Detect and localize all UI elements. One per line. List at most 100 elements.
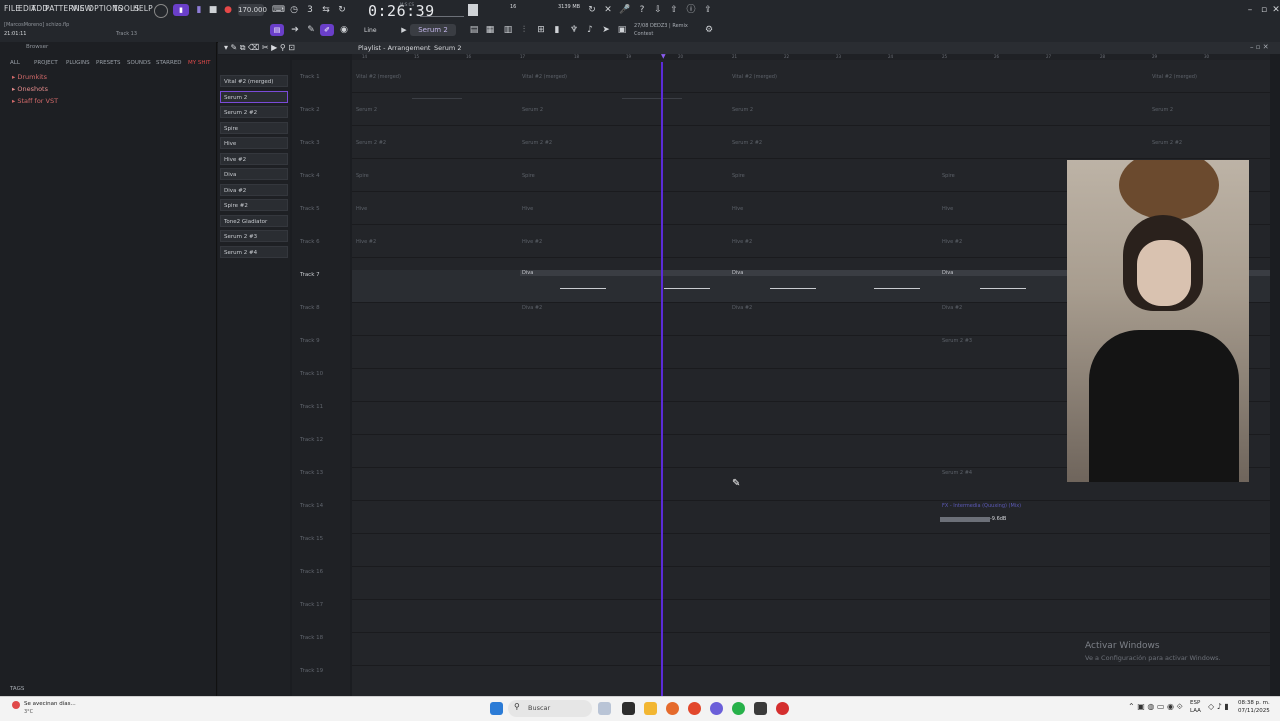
clip-label[interactable]: Vital #2 (merged) xyxy=(356,74,401,80)
tempo-display[interactable]: 170.000 xyxy=(238,4,267,16)
clip-label[interactable]: Hive xyxy=(356,206,367,212)
firefox-icon[interactable] xyxy=(688,702,701,715)
clip-label[interactable]: Hive xyxy=(942,206,953,212)
track-label[interactable]: Track 11 xyxy=(300,404,323,410)
pattern-item[interactable]: Spire xyxy=(220,122,288,134)
channel-rack-icon[interactable]: ▥ xyxy=(502,24,514,36)
playlist-icon[interactable]: ▤ xyxy=(468,24,480,36)
browser-folder-staff-for-vst[interactable]: ▸ Staff for VST xyxy=(12,97,58,105)
help-icon[interactable]: ? xyxy=(636,4,648,16)
pattern-song-toggle[interactable]: ▮ xyxy=(173,4,189,16)
pattern-mode-button[interactable]: ▤ xyxy=(270,24,284,36)
export-icon[interactable]: ⇪ xyxy=(702,4,714,16)
stamp-icon[interactable]: ◉ xyxy=(338,24,350,36)
browser-tab-sounds[interactable]: SOUNDS xyxy=(127,60,151,66)
track-label-active[interactable]: Track 7 xyxy=(300,272,320,278)
pattern-item[interactable]: Serum 2 #2 xyxy=(220,106,288,118)
pattern-item[interactable]: Diva #2 xyxy=(220,184,288,196)
track-label[interactable]: Track 6 xyxy=(300,239,320,245)
mixer-icon[interactable]: ⫶ xyxy=(518,24,530,36)
track-label[interactable]: Track 4 xyxy=(300,173,320,179)
automation-curve[interactable] xyxy=(940,517,990,522)
arrow-tool-icon[interactable]: ➔ xyxy=(289,24,301,36)
stop-icon[interactable]: ■ xyxy=(207,4,219,16)
clip-label[interactable]: Serum 2 #2 xyxy=(356,140,386,146)
track-label[interactable]: Track 5 xyxy=(300,206,320,212)
pattern-item[interactable]: Tone2 Gladiator xyxy=(220,215,288,227)
clip-label[interactable]: Serum 2 #4 xyxy=(942,470,972,476)
clip-label[interactable]: Diva #2 xyxy=(942,305,962,311)
browser-icon[interactable]: ▮ xyxy=(551,24,563,36)
pattern-item[interactable]: Serum 2 #4 xyxy=(220,246,288,258)
clip-label[interactable]: Hive xyxy=(522,206,533,212)
snap-mode-label[interactable]: Line xyxy=(364,27,377,34)
track-lane[interactable] xyxy=(352,567,1270,600)
clock-time[interactable]: 08:38 p. m. xyxy=(1238,700,1270,706)
track-lane[interactable]: FX - Intermedia (Quuxing) (Mix) -9.6dB xyxy=(352,501,1270,534)
clip-label[interactable]: Vital #2 (merged) xyxy=(1152,74,1197,80)
clip-label[interactable]: Spire xyxy=(732,173,745,179)
browser-tags-label[interactable]: TAGS xyxy=(10,686,24,692)
clip-label[interactable]: Serum 2 #2 xyxy=(732,140,762,146)
plugin-icon[interactable]: ♆ xyxy=(568,24,580,36)
track-label[interactable]: Track 10 xyxy=(300,371,323,377)
pattern-item[interactable]: Hive #2 xyxy=(220,153,288,165)
clip-label[interactable]: Hive #2 xyxy=(356,239,376,245)
clip-label[interactable]: Serum 2 xyxy=(356,107,377,113)
playlist-tools-icon[interactable]: ▾ ✎ ⧉ ⌫ ✂ ▶ ⚲ ⊡ xyxy=(224,43,295,53)
download-icon[interactable]: ⇩ xyxy=(652,4,664,16)
clip-label[interactable]: Serum 2 xyxy=(522,107,543,113)
pattern-item-selected[interactable]: Serum 2 xyxy=(220,91,288,103)
countdown-icon[interactable]: ◷ xyxy=(288,4,300,16)
close-icon[interactable]: ✕ xyxy=(1270,4,1280,16)
clip-label[interactable]: Serum 2 #2 xyxy=(1152,140,1182,146)
playlist-window-controls[interactable]: – ▫ ✕ xyxy=(1250,43,1269,51)
tools-icon[interactable]: ✕ xyxy=(602,4,614,16)
clip-label[interactable]: Vital #2 (merged) xyxy=(732,74,777,80)
save-icon[interactable]: ▣ xyxy=(616,24,628,36)
pattern-item[interactable]: Vital #2 (merged) xyxy=(220,75,288,87)
track-label[interactable]: Track 9 xyxy=(300,338,320,344)
browser-tab-my-shit[interactable]: MY SHIT xyxy=(188,60,210,66)
clip-label[interactable]: Serum 2 xyxy=(1152,107,1173,113)
track-label[interactable]: Track 8 xyxy=(300,305,320,311)
clip-label[interactable]: Vital #2 (merged) xyxy=(522,74,567,80)
clip-label[interactable]: Spire xyxy=(356,173,369,179)
track-label[interactable]: Track 17 xyxy=(300,602,323,608)
track-label[interactable]: Track 19 xyxy=(300,668,323,674)
language-label[interactable]: ESP xyxy=(1190,700,1200,706)
metronome-icon[interactable] xyxy=(154,4,168,18)
clip-label[interactable]: Diva #2 xyxy=(732,305,752,311)
step-edit-icon[interactable]: 3 xyxy=(304,4,316,16)
task-view-icon[interactable] xyxy=(622,702,635,715)
clip-label[interactable]: Hive #2 xyxy=(522,239,542,245)
tempo-tap-icon[interactable]: ♪ xyxy=(584,24,596,36)
clip-label[interactable]: Serum 2 xyxy=(732,107,753,113)
taskbar-search[interactable]: ⚲ Buscar xyxy=(508,700,592,717)
upload-icon[interactable]: ⇧ xyxy=(668,4,680,16)
playhead-line[interactable] xyxy=(661,62,663,696)
clip-label[interactable]: Hive #2 xyxy=(732,239,752,245)
track-label[interactable]: Track 2 xyxy=(300,107,320,113)
plugin-picker-icon[interactable]: ⊞ xyxy=(535,24,547,36)
playhead-marker-icon[interactable]: ▼ xyxy=(661,53,666,60)
network-volume-icons[interactable]: ◇ ♪ ▮ xyxy=(1208,702,1229,711)
clip-label[interactable]: Diva xyxy=(942,270,953,276)
menu-help[interactable]: HELP xyxy=(133,4,153,13)
widgets-icon[interactable] xyxy=(598,702,611,715)
windows-start-icon[interactable] xyxy=(490,702,503,715)
browser-folder-oneshots[interactable]: ▸ Oneshots xyxy=(12,85,48,93)
microphone-icon[interactable]: 🎤 xyxy=(619,4,631,16)
send-icon[interactable]: ➤ xyxy=(600,24,612,36)
track-label[interactable]: Track 3 xyxy=(300,140,320,146)
track-label[interactable]: Track 15 xyxy=(300,536,323,542)
paint-icon[interactable]: ✐ xyxy=(320,24,334,36)
clip-label[interactable]: Spire xyxy=(942,173,955,179)
clip-label[interactable]: Spire xyxy=(522,173,535,179)
clip-label[interactable]: Hive xyxy=(732,206,743,212)
pattern-item[interactable]: Diva xyxy=(220,168,288,180)
track-label[interactable]: Track 16 xyxy=(300,569,323,575)
refresh-icon[interactable]: ↻ xyxy=(586,4,598,16)
pattern-item[interactable]: Spire #2 xyxy=(220,199,288,211)
record-icon[interactable]: ● xyxy=(222,4,234,16)
